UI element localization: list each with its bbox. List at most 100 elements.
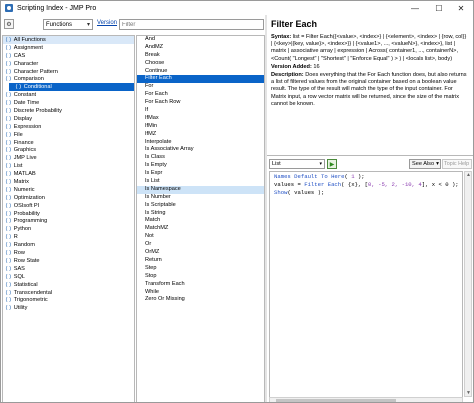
category-item[interactable]: () Expression (3, 123, 134, 131)
function-item[interactable]: Break (137, 52, 264, 60)
category-item[interactable]: () Assignment (3, 44, 134, 52)
category-item[interactable]: () Random (3, 241, 134, 249)
scroll-up-icon[interactable]: ▲ (466, 172, 471, 178)
vertical-scrollbar[interactable]: ▲ ▼ (464, 171, 472, 397)
function-item[interactable]: For Each (137, 91, 264, 99)
close-button[interactable]: ✕ (451, 1, 471, 15)
function-item[interactable]: Is Namespace (137, 185, 264, 194)
category-item[interactable]: () Programming (3, 217, 134, 225)
function-item[interactable]: For Each Row (137, 99, 264, 107)
function-item[interactable]: Zero Or Missing (137, 296, 264, 304)
category-item[interactable]: () Comparison (3, 75, 134, 83)
title-bar[interactable]: Scripting Index - JMP Pro — ☐ ✕ (1, 1, 473, 15)
category-list[interactable]: () All Functions() Assignment() CAS() Charac… (2, 35, 135, 402)
category-item[interactable]: () Constant (3, 91, 134, 99)
function-item[interactable]: OrMZ (137, 249, 264, 257)
category-item[interactable]: () Optimization (3, 194, 134, 202)
category-item[interactable]: () Character (3, 60, 134, 68)
run-script-button[interactable]: ▶ (327, 159, 337, 169)
maximize-button[interactable]: ☐ (429, 1, 449, 15)
function-item[interactable]: Return (137, 257, 264, 265)
category-item[interactable]: () Discrete Probability (3, 107, 134, 115)
function-item[interactable]: Choose (137, 60, 264, 68)
function-item[interactable]: Not (137, 233, 264, 241)
category-item[interactable]: () File (3, 131, 134, 139)
category-item[interactable]: () Display (3, 115, 134, 123)
horizontal-scrollbar[interactable] (269, 397, 463, 402)
category-item[interactable]: () Row (3, 249, 134, 257)
function-item[interactable]: Stop (137, 273, 264, 281)
category-item[interactable]: () List (3, 162, 134, 170)
syntax-label: Syntax: (271, 34, 292, 40)
category-item[interactable]: () OSIsoft PI (3, 202, 134, 210)
topic-help-button[interactable]: Topic Help (442, 159, 472, 169)
settings-icon[interactable]: ⚙ (4, 19, 14, 29)
function-item[interactable]: If (137, 107, 264, 115)
category-item[interactable]: () Conditional (9, 83, 134, 92)
function-item[interactable]: Transform Each (137, 281, 264, 289)
category-item[interactable]: () Probability (3, 210, 134, 218)
function-item[interactable]: Match (137, 217, 264, 225)
category-item[interactable]: () Row State (3, 257, 134, 265)
function-group-icon: () (5, 249, 12, 257)
function-item[interactable]: AndMZ (137, 44, 264, 52)
function-item[interactable]: Is Scriptable (137, 202, 264, 210)
category-item[interactable]: () Python (3, 225, 134, 233)
function-group-icon: () (5, 256, 12, 264)
category-item[interactable]: () All Functions (3, 36, 134, 44)
function-item[interactable]: Is Associative Array (137, 146, 264, 154)
function-item[interactable]: Or (137, 241, 264, 249)
function-item[interactable]: Is Empty (137, 162, 264, 170)
filter-input[interactable] (119, 19, 264, 30)
category-item[interactable]: () Character Pattern (3, 68, 134, 76)
code-token: values = (274, 181, 305, 188)
function-group-icon: () (5, 264, 12, 272)
function-item[interactable]: IfMax (137, 115, 264, 123)
description-label: Description: (271, 72, 304, 79)
category-item[interactable]: () SAS (3, 265, 134, 273)
horizontal-scroll-thumb[interactable] (276, 399, 396, 402)
function-item[interactable]: IfMin (137, 123, 264, 131)
category-item[interactable]: () SQL (3, 273, 134, 281)
function-item[interactable]: MatchMZ (137, 225, 264, 233)
function-item[interactable]: Is String (137, 210, 264, 218)
category-item[interactable]: () MATLAB (3, 170, 134, 178)
category-item[interactable]: () Graphics (3, 146, 134, 154)
function-item[interactable]: IfMZ (137, 131, 264, 139)
example-select[interactable]: List ▾ (269, 159, 325, 169)
category-item[interactable]: () JMP Live (3, 154, 134, 162)
category-item[interactable]: () R (3, 233, 134, 241)
syntax-paragraph: Syntax: list = Filter Each({<value>, <in… (271, 34, 469, 63)
function-item[interactable]: For (137, 83, 264, 91)
minimize-button[interactable]: — (405, 1, 425, 15)
function-item[interactable]: And (137, 36, 264, 44)
category-item[interactable]: () CAS (3, 52, 134, 60)
function-item[interactable]: Is Number (137, 194, 264, 202)
function-item[interactable]: Step (137, 265, 264, 273)
view-select[interactable]: Functions ▾ (43, 19, 93, 30)
script-editor[interactable]: Names Default To Here( 1 ); values = Filt… (269, 171, 463, 402)
category-item[interactable]: () Date Time (3, 99, 134, 107)
category-label: R (13, 234, 18, 241)
function-group-icon: () (5, 130, 12, 138)
function-item[interactable]: Filter Each (137, 75, 264, 84)
function-item[interactable]: While (137, 289, 264, 297)
version-link[interactable]: Version (97, 20, 117, 26)
function-list[interactable]: And AndMZ Break Choose Continue Filter Each Fo… (136, 35, 265, 402)
scroll-down-icon[interactable]: ▼ (466, 390, 471, 396)
function-item[interactable]: Is Expr (137, 170, 264, 178)
category-item[interactable]: () Numeric (3, 186, 134, 194)
function-item[interactable]: Interpolate (137, 139, 264, 147)
function-item[interactable]: Is Class (137, 154, 264, 162)
function-item[interactable]: Continue (137, 68, 264, 76)
category-item[interactable]: () Utility (3, 304, 134, 312)
function-item[interactable]: Is List (137, 178, 264, 186)
category-item[interactable]: () Trigonometric (3, 296, 134, 304)
category-item[interactable]: () Transcendental (3, 289, 134, 297)
see-also-button[interactable]: See Also ▾ (409, 159, 441, 169)
category-item[interactable]: () Matrix (3, 178, 134, 186)
category-item[interactable]: () Statistical (3, 281, 134, 289)
function-group-icon: () (5, 114, 12, 122)
category-item[interactable]: () Finance (3, 139, 134, 147)
function-group-icon: () (5, 59, 12, 67)
